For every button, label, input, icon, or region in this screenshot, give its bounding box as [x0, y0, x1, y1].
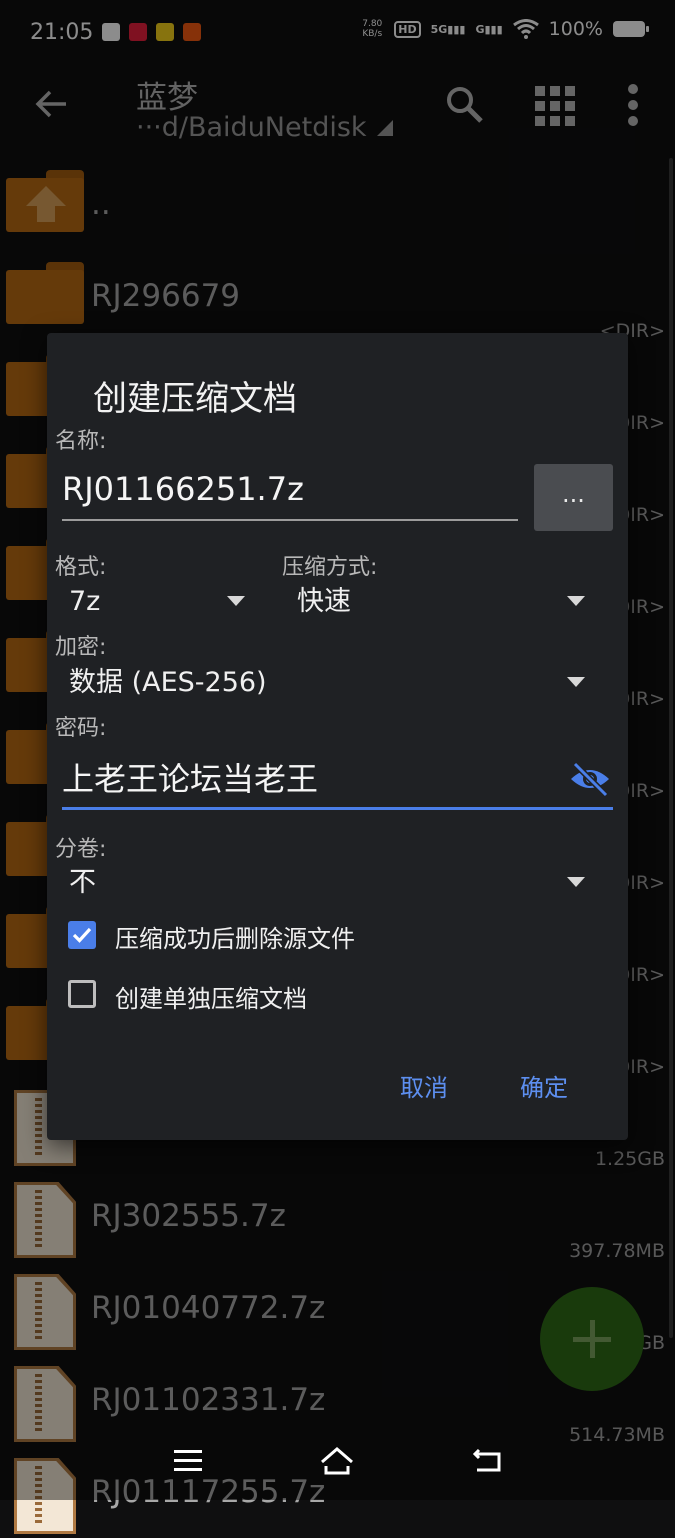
create-archive-dialog: 创建压缩文档 名称: RJ01166251.7z ... 格式: 压缩方式: 7…	[47, 333, 628, 1140]
delete-source-label[interactable]: 压缩成功后删除源文件	[115, 919, 355, 954]
chevron-down-icon	[227, 596, 245, 606]
delete-source-checkbox[interactable]	[68, 921, 96, 949]
method-label: 压缩方式:	[282, 555, 378, 580]
split-volume-select[interactable]: 不	[69, 861, 585, 905]
format-select[interactable]: 7z	[69, 580, 245, 624]
compression-method-select[interactable]: 快速	[297, 580, 585, 624]
encryption-label: 加密:	[55, 635, 107, 660]
back-nav-icon[interactable]	[471, 1446, 505, 1476]
split-label: 分卷:	[55, 837, 107, 862]
dialog-title: 创建压缩文档	[93, 379, 297, 419]
visibility-off-icon[interactable]	[569, 761, 611, 797]
chevron-down-icon	[567, 596, 585, 606]
separate-archive-label[interactable]: 创建单独压缩文档	[115, 979, 307, 1014]
archive-name-input[interactable]: RJ01166251.7z	[62, 459, 518, 521]
cancel-button[interactable]: 取消	[400, 1068, 448, 1103]
password-input[interactable]: 上老王论坛当老王	[62, 751, 613, 810]
ok-button[interactable]: 确定	[520, 1068, 568, 1103]
system-nav-bar	[0, 1428, 675, 1500]
separate-archive-checkbox[interactable]	[68, 980, 96, 1008]
encryption-select[interactable]: 数据 (AES-256)	[69, 661, 585, 705]
home-icon[interactable]	[320, 1446, 354, 1476]
chevron-down-icon	[567, 877, 585, 887]
password-label: 密码:	[55, 716, 107, 741]
browse-button[interactable]: ...	[534, 464, 613, 531]
chevron-down-icon	[567, 677, 585, 687]
checkmark-icon	[72, 927, 92, 943]
menu-icon[interactable]	[171, 1446, 205, 1476]
format-label: 格式:	[55, 555, 107, 580]
name-label: 名称:	[55, 429, 107, 454]
